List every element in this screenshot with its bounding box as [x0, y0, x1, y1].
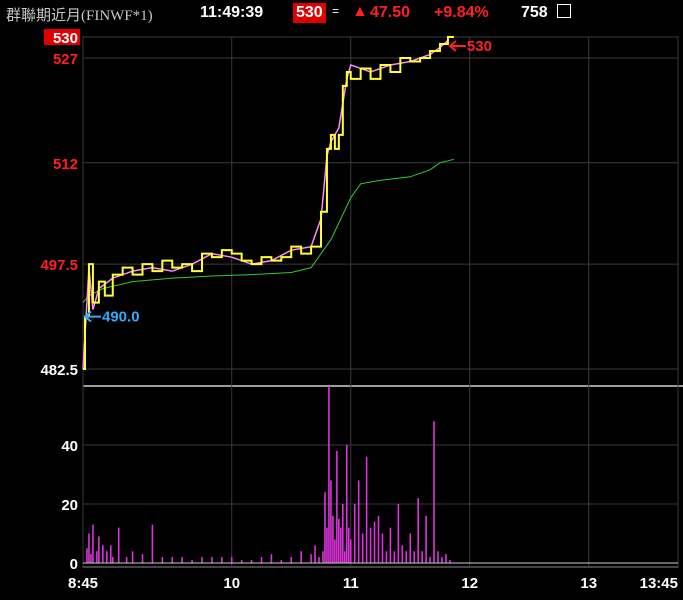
- annotation-label: 490.0: [102, 309, 140, 326]
- price-axis-labels: 482.5 497.5 512 527 530: [40, 29, 80, 379]
- y-tick-label: 497.5: [40, 257, 78, 274]
- y-tick-label: 512: [53, 156, 78, 173]
- y-tick-label: 527: [53, 51, 78, 68]
- annotation-label: 530: [467, 38, 492, 55]
- y-tick-label: 482.5: [40, 362, 78, 379]
- x-tick-label: 13: [580, 575, 597, 592]
- volume-tick-label: 0: [70, 556, 78, 573]
- time-axis-labels: 8:45 10 11 12 13 13:45: [68, 575, 678, 592]
- volume-axis-labels: 0 20 40: [61, 438, 78, 573]
- x-tick-label: 10: [223, 575, 240, 592]
- x-tick-label: 11: [343, 575, 359, 592]
- chart-grid: [82, 36, 679, 567]
- x-tick-label: 8:45: [68, 575, 98, 592]
- x-tick-label: 13:45: [640, 575, 678, 592]
- x-tick-label: 12: [461, 575, 478, 592]
- intraday-chart: 482.5 497.5 512 527 530 0 20 40 8:45 10 11 12 13 13…: [40, 29, 683, 592]
- annotation-arrow: [448, 40, 466, 52]
- volume-tick-label: 40: [61, 438, 78, 455]
- annotation-arrow: [83, 310, 101, 323]
- chart-annotations: 490.0 530: [83, 38, 492, 326]
- series-line-average: [82, 158, 455, 303]
- y-tick-label: 530: [53, 30, 78, 47]
- volume-tick-label: 20: [61, 497, 78, 514]
